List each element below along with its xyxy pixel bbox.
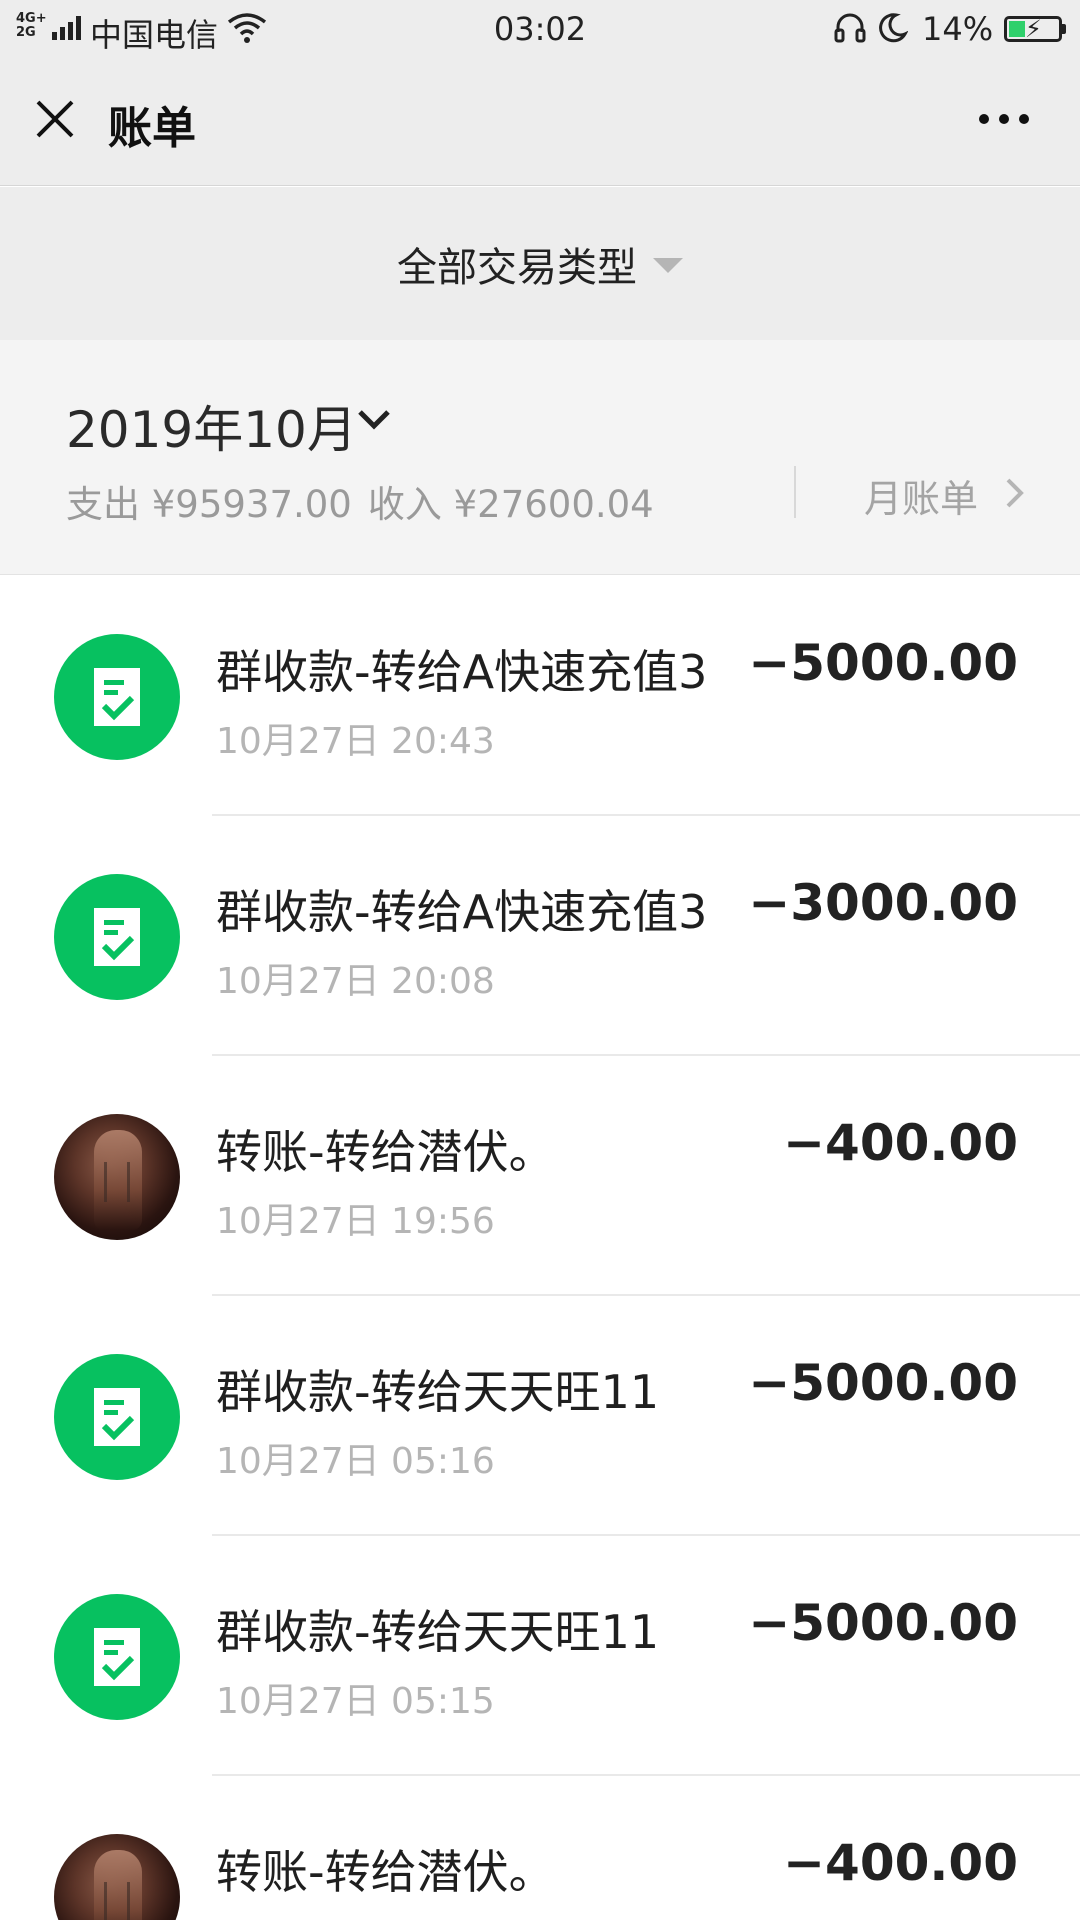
transaction-time: 10月27日 20:08 (216, 961, 495, 1002)
transaction-row[interactable]: 群收款-转给天天旺11 10月27日 05:16 −5000.00 (0, 1296, 1080, 1536)
transaction-amount: −5000.00 (748, 1354, 1018, 1412)
transaction-title: 群收款-转给A快速充值3 (216, 645, 708, 699)
status-time: 03:02 (493, 10, 587, 48)
group-payment-icon (54, 1354, 180, 1480)
battery-percent: 14% (922, 10, 994, 48)
close-icon[interactable] (30, 94, 80, 144)
page-title: 账单 (108, 103, 196, 154)
transaction-time: 10月27日 05:16 (216, 1441, 495, 1482)
transaction-title: 群收款-转给A快速充值3 (216, 885, 708, 939)
transaction-row[interactable]: 群收款-转给A快速充值3 10月27日 20:43 −5000.00 (0, 576, 1080, 816)
month-summary: 支出 ¥95937.00 收入 ¥27600.04 (66, 474, 654, 528)
nav-bar: 账单 (0, 56, 1080, 186)
group-payment-icon (54, 874, 180, 1000)
transaction-row[interactable]: 转账-转给潜伏。 −400.00 (0, 1776, 1080, 1920)
transaction-title: 群收款-转给天天旺11 (216, 1605, 660, 1659)
more-options-icon[interactable] (976, 104, 1036, 134)
transaction-amount: −5000.00 (748, 1594, 1018, 1652)
user-avatar (54, 1114, 180, 1240)
chevron-down-icon[interactable] (356, 408, 392, 432)
income-total: 收入 ¥27600.04 (367, 483, 654, 526)
filter-bar: 全部交易类型 (0, 187, 1080, 340)
expense-total: 支出 ¥95937.00 (66, 483, 352, 526)
divider (794, 466, 796, 518)
transaction-type-filter[interactable]: 全部交易类型 (0, 235, 1080, 293)
status-bar: 4G+ 2G 中国电信 03:02 14% ⚡ (0, 0, 1080, 56)
headset-icon (834, 13, 866, 43)
transaction-title: 转账-转给潜伏。 (216, 1845, 555, 1899)
transaction-amount: −5000.00 (748, 634, 1018, 692)
transaction-title: 群收款-转给天天旺11 (216, 1365, 660, 1419)
month-selector[interactable]: 2019年10月 (66, 390, 357, 462)
transaction-amount: −400.00 (783, 1834, 1018, 1892)
moon-icon (879, 13, 908, 43)
group-payment-icon (54, 634, 180, 760)
battery-cap (1062, 24, 1066, 34)
transaction-row[interactable]: 群收款-转给A快速充值3 10月27日 20:08 −3000.00 (0, 816, 1080, 1056)
user-avatar (54, 1834, 180, 1920)
chevron-right-icon[interactable] (1004, 476, 1026, 510)
dropdown-caret-icon (653, 258, 683, 273)
transaction-time: 10月27日 19:56 (216, 1201, 495, 1242)
filter-label: 全部交易类型 (397, 245, 637, 291)
transaction-row[interactable]: 转账-转给潜伏。 10月27日 19:56 −400.00 (0, 1056, 1080, 1296)
group-payment-icon (54, 1594, 180, 1720)
transaction-amount: −400.00 (783, 1114, 1018, 1172)
month-header: 2019年10月 支出 ¥95937.00 收入 ¥27600.04 月账单 (0, 340, 1080, 575)
battery-icon: ⚡ (1004, 15, 1062, 43)
transaction-title: 转账-转给潜伏。 (216, 1125, 555, 1179)
transaction-amount: −3000.00 (748, 874, 1018, 932)
transaction-row[interactable]: 群收款-转给天天旺11 10月27日 05:15 −5000.00 (0, 1536, 1080, 1776)
monthly-bill-link[interactable]: 月账单 (864, 468, 978, 523)
transaction-time: 10月27日 05:15 (216, 1681, 495, 1722)
transaction-time: 10月27日 20:43 (216, 721, 495, 762)
